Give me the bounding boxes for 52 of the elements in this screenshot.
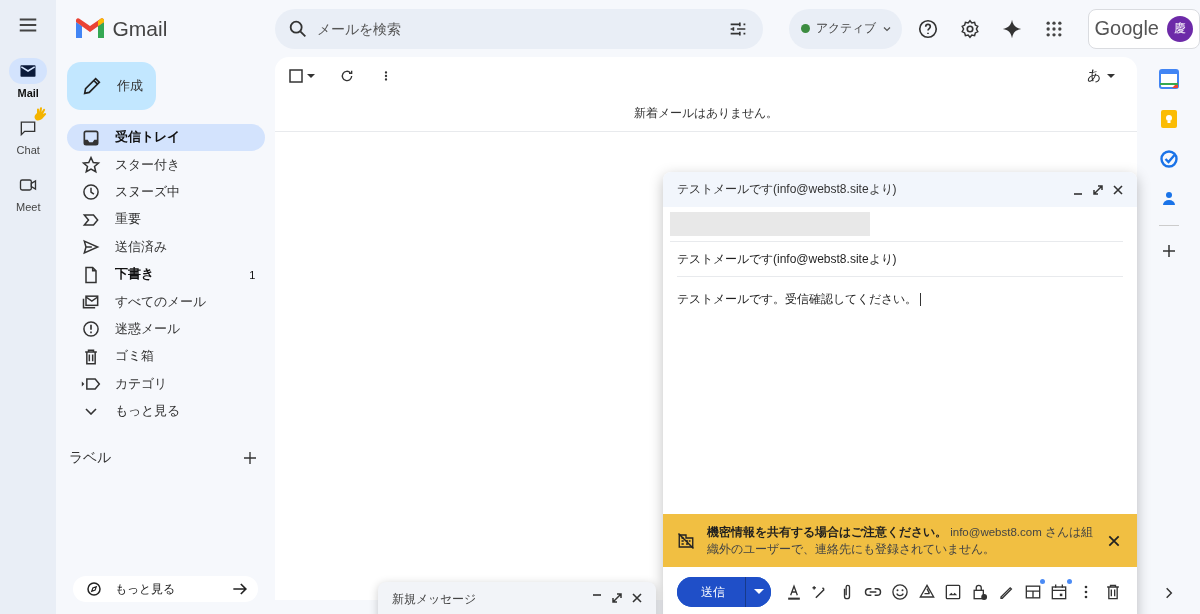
folder-item[interactable]: もっと見る <box>67 397 266 426</box>
caret-icon <box>1107 73 1115 79</box>
minimized-compose-window[interactable]: 新規メッセージ <box>378 582 656 614</box>
folder-item[interactable]: カテゴリ <box>67 370 266 398</box>
alert-icon <box>81 319 102 340</box>
domain-off-icon <box>677 531 695 550</box>
folder-item[interactable]: スター付き <box>67 151 266 179</box>
labels-heading: ラベル <box>69 449 112 468</box>
task-check-icon[interactable] <box>1158 149 1179 169</box>
search-field[interactable]: メールを検索 <box>274 8 763 49</box>
checkbox[interactable] <box>288 66 303 86</box>
notification-dot <box>1066 578 1072 584</box>
folder-item[interactable]: 下書き 1 <box>67 260 266 289</box>
app-title: Gmail <box>112 16 168 41</box>
send-options-button[interactable] <box>745 577 772 607</box>
folder-item[interactable]: すべてのメール <box>67 288 266 316</box>
folder-item[interactable]: 送信済み <box>67 233 266 261</box>
folder-item[interactable]: 重要 <box>67 206 266 234</box>
avatar: 慶 <box>1167 15 1193 42</box>
subject-field[interactable]: テストメールです(info@webst8.siteより) <box>677 250 897 268</box>
status-dropdown[interactable]: アクティブ <box>788 8 902 49</box>
more-button[interactable]: もっと見る <box>73 576 259 602</box>
input-tool-button[interactable]: あ <box>1087 67 1115 85</box>
send-button[interactable]: 送信 <box>677 577 745 607</box>
empty-message: 新着メールはありません。 <box>274 95 1137 132</box>
waving-hand-icon <box>33 107 48 121</box>
expand-icon[interactable] <box>1091 182 1105 197</box>
rail-label: Mail <box>17 87 39 99</box>
rail-label: Chat <box>16 144 40 156</box>
clock-icon <box>81 182 102 203</box>
folder-item[interactable]: 受信トレイ <box>67 124 266 152</box>
folder-item[interactable]: スヌーズ中 <box>67 178 266 207</box>
compose-button[interactable]: 作成 <box>67 62 157 110</box>
message-body[interactable]: テストメールです。受信確認してください。 <box>677 293 921 305</box>
compose-title: 新規メッセージ <box>392 591 477 608</box>
chevron-down-icon <box>85 408 98 416</box>
expand-icon[interactable] <box>610 591 624 605</box>
notification-dot <box>1040 578 1046 584</box>
close-icon[interactable] <box>1111 182 1125 197</box>
warning-text: 機密情報を共有する場合はご注意ください。 info@webst8.com さんは組織外のユーザーで、連絡先にも登録されていません。 <box>707 524 1094 557</box>
rail-label: Meet <box>16 201 41 213</box>
compose-title: テストメールです(info@webst8.siteより) <box>677 181 898 198</box>
caret-icon <box>753 589 764 595</box>
close-icon[interactable] <box>630 591 644 605</box>
rail-nav-button[interactable] <box>9 58 48 84</box>
mail-logo-icon <box>76 17 105 40</box>
compass-icon <box>85 580 104 598</box>
folder-item[interactable]: ゴミ箱 <box>67 343 266 371</box>
close-icon[interactable] <box>1107 533 1121 548</box>
folder-item[interactable]: 迷惑メール <box>67 315 266 344</box>
account-button[interactable]: Google 慶 <box>1087 8 1200 49</box>
star-icon <box>81 155 102 176</box>
